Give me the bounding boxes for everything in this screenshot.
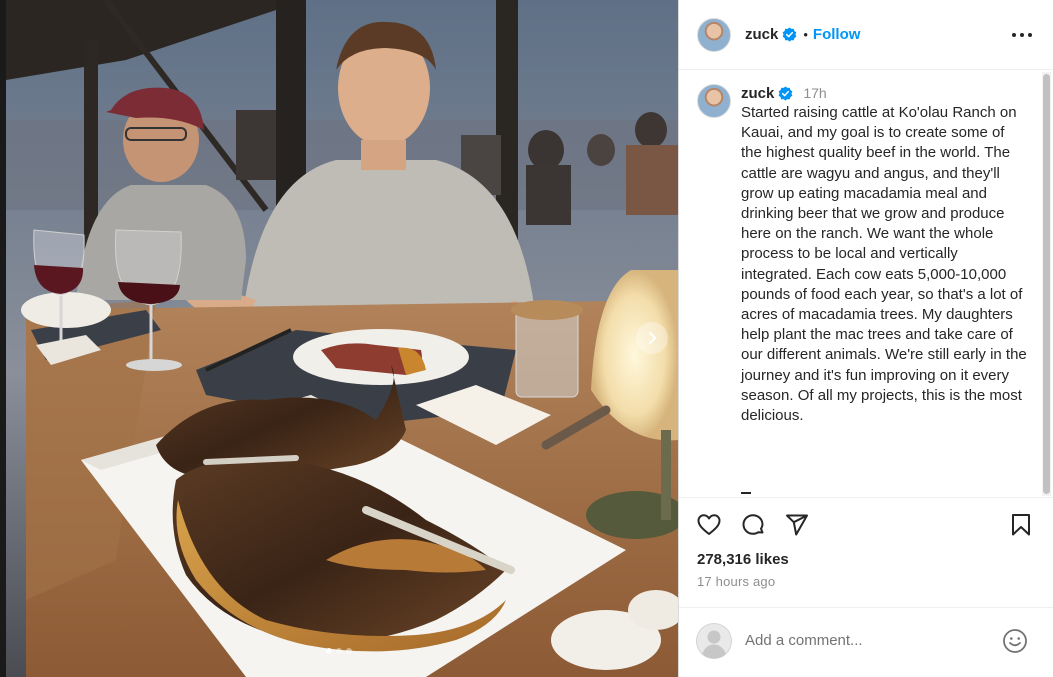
post-media[interactable] [6, 0, 678, 677]
carousel-dot [346, 648, 352, 654]
paper-plane-icon[interactable] [784, 512, 810, 538]
comment-input[interactable] [745, 628, 985, 652]
next-comment-peek [741, 492, 751, 494]
caption-header: zuck 17h [741, 84, 1027, 102]
instagram-post-modal: zuck • Follow zuck 17h Started raising c… [0, 0, 1053, 677]
caption-scroll-area[interactable]: zuck 17h Started raising cattle at Ko'ol… [679, 72, 1053, 496]
caption-time[interactable]: 17h [803, 85, 826, 101]
default-avatar-icon [696, 623, 732, 659]
post-photo [6, 0, 678, 677]
comment-bubble-icon[interactable] [740, 512, 766, 538]
carousel-dots [326, 648, 352, 654]
current-user-avatar [696, 623, 732, 659]
chevron-right-icon [649, 332, 656, 344]
caption-scrollbar[interactable] [1042, 72, 1051, 496]
post-sidebar: zuck • Follow zuck 17h Started raising c… [678, 0, 1053, 677]
carousel-next-button[interactable] [636, 322, 668, 354]
username-link[interactable]: zuck [745, 26, 778, 43]
caption: zuck 17h Started raising cattle at Ko'ol… [697, 84, 1027, 426]
comment-bar [679, 607, 1053, 677]
post-header: zuck • Follow [679, 0, 1053, 70]
emoji-smiley-icon[interactable] [1002, 628, 1028, 654]
action-buttons [696, 512, 810, 538]
carousel-dot [326, 648, 332, 654]
caption-username[interactable]: zuck [741, 85, 774, 102]
avatar[interactable] [697, 17, 731, 52]
more-options-icon[interactable] [1010, 26, 1034, 44]
avatar[interactable] [697, 84, 731, 118]
post-timestamp[interactable]: 17 hours ago [697, 574, 775, 589]
verified-badge-icon [783, 27, 797, 42]
caption-body: zuck 17h Started raising cattle at Ko'ol… [741, 84, 1027, 426]
likes-count[interactable]: 278,316 likes [697, 551, 789, 568]
scrollbar-thumb[interactable] [1043, 74, 1050, 494]
verified-badge-icon [779, 85, 793, 101]
action-bar: 278,316 likes 17 hours ago [679, 497, 1053, 607]
heart-icon[interactable] [696, 512, 722, 538]
bookmark-icon[interactable] [1008, 512, 1034, 538]
separator-dot: • [803, 27, 808, 42]
carousel-dot [336, 648, 342, 654]
follow-button[interactable]: Follow [813, 26, 861, 43]
caption-text: Started raising cattle at Ko'olau Ranch … [741, 104, 1027, 425]
